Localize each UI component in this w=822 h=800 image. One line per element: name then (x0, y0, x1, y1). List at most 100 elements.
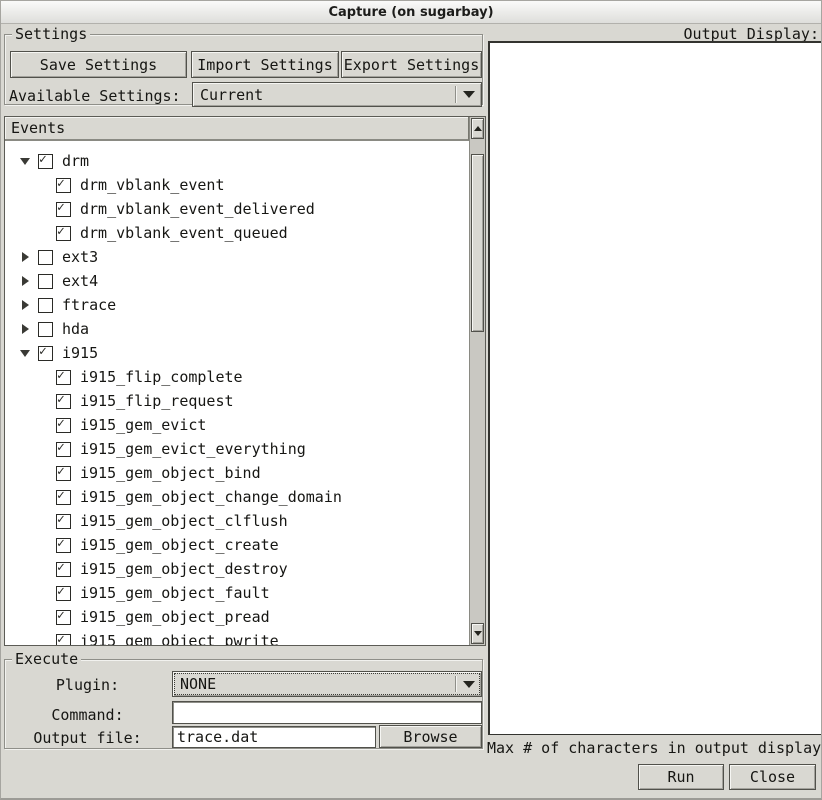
execute-frame: Execute Plugin: NONE Command: Output fil… (4, 659, 483, 749)
checkbox-checked[interactable]: ✓ (56, 466, 71, 481)
tree-row[interactable]: ext3 (5, 245, 469, 269)
run-label: Run (667, 768, 694, 786)
import-settings-button[interactable]: Import Settings (191, 51, 339, 78)
tree-item-label: i915_gem_evict (80, 416, 206, 434)
checkbox-checked[interactable]: ✓ (38, 154, 53, 169)
expander-closed-icon[interactable] (19, 275, 31, 287)
scrollbar-down-button[interactable] (471, 623, 484, 644)
check-icon: ✓ (57, 512, 65, 527)
checkbox-checked[interactable]: ✓ (56, 538, 71, 553)
expander-closed-icon[interactable] (19, 323, 31, 335)
available-settings-label: Available Settings: (9, 87, 181, 105)
expander-open-icon[interactable] (19, 347, 31, 359)
settings-legend: Settings (12, 25, 90, 43)
tree-row[interactable]: ✓i915_flip_request (5, 389, 469, 413)
tree-row[interactable]: ftrace (5, 293, 469, 317)
expander-closed-icon[interactable] (19, 299, 31, 311)
events-panel: Events ✓drm✓drm_vblank_event✓drm_vblank_… (4, 116, 486, 646)
tree-item-label: drm_vblank_event (80, 176, 225, 194)
tree-item-label: i915_gem_evict_everything (80, 440, 306, 458)
tree-row[interactable]: hda (5, 317, 469, 341)
tree-row[interactable]: ✓ i915_gem_evict_everything (5, 437, 469, 461)
export-settings-button[interactable]: Export Settings (341, 51, 482, 78)
tree-item-label: ext4 (62, 272, 98, 290)
checkbox-checked[interactable]: ✓ (56, 370, 71, 385)
tree-row[interactable]: ✓ drm_vblank_event (5, 173, 469, 197)
output-display-area[interactable] (488, 41, 822, 735)
output-file-input[interactable]: trace.dat (172, 726, 376, 748)
tree-row[interactable]: ✓i915_gem_object_fault (5, 581, 469, 605)
checkbox-checked[interactable]: ✓ (56, 586, 71, 601)
tree-row[interactable]: ✓ i915_gem_object_pwrite (5, 629, 469, 645)
tree-row[interactable]: ✓i915 (5, 341, 469, 365)
triangle-glyph (20, 158, 30, 165)
triangle-glyph (22, 324, 29, 334)
plugin-label: Plugin: (5, 676, 170, 694)
tree-item-label: drm_vblank_event_queued (80, 224, 288, 242)
check-icon: ✓ (57, 176, 65, 191)
execute-legend: Execute (12, 650, 81, 668)
tree-item-label: i915_gem_object_create (80, 536, 279, 554)
checkbox-checked[interactable]: ✓ (56, 178, 71, 193)
browse-button[interactable]: Browse (379, 725, 482, 748)
tree-item-label: drm (62, 152, 89, 170)
tree-row[interactable]: ✓ drm_vblank_event_queued (5, 221, 469, 245)
triangle-glyph (22, 300, 29, 310)
tree-row[interactable]: ✓drm_vblank_event_delivered (5, 197, 469, 221)
checkbox-checked[interactable]: ✓ (56, 634, 71, 646)
tree-row[interactable]: ✓i915_gem_object_clflush (5, 509, 469, 533)
plugin-value: NONE (180, 675, 216, 693)
save-settings-button[interactable]: Save Settings (10, 51, 187, 78)
tree-row[interactable]: ✓ i915_gem_object_bind (5, 461, 469, 485)
tree-row[interactable]: ✓ i915_gem_object_change_domain (5, 485, 469, 509)
check-icon: ✓ (57, 224, 65, 239)
check-icon: ✓ (57, 368, 65, 383)
check-icon: ✓ (39, 152, 47, 167)
tree-item-label: i915_gem_object_bind (80, 464, 261, 482)
checkbox-unchecked[interactable] (38, 322, 53, 337)
plugin-dropdown[interactable]: NONE (172, 671, 482, 697)
command-input[interactable] (172, 701, 482, 724)
available-settings-dropdown[interactable]: Current (192, 82, 482, 107)
expander-open-icon[interactable] (19, 155, 31, 167)
checkbox-checked[interactable]: ✓ (56, 562, 71, 577)
events-tree: ✓ drm ✓ drm_vblank_event ✓drm_vblank_event_d… (5, 143, 469, 645)
tree-item-label: i915_gem_object_destroy (80, 560, 288, 578)
tree-item-label: i915_gem_object_pwrite (80, 632, 279, 645)
output-file-value: trace.dat (177, 728, 258, 746)
checkbox-checked[interactable]: ✓ (56, 490, 71, 505)
tree-item-label: ftrace (62, 296, 116, 314)
tree-row[interactable]: ✓ i915_gem_object_create (5, 533, 469, 557)
checkbox-unchecked[interactable] (38, 250, 53, 265)
tree-row[interactable]: ✓i915_flip_complete (5, 365, 469, 389)
tree-row[interactable]: ✓ drm (5, 149, 469, 173)
capture-window: Capture (on sugarbay) Settings Save Sett… (0, 0, 822, 800)
tree-row[interactable]: ✓ i915_gem_object_pread (5, 605, 469, 629)
expander-closed-icon[interactable] (19, 251, 31, 263)
checkbox-unchecked[interactable] (38, 298, 53, 313)
tree-row[interactable]: ✓ i915_gem_object_destroy (5, 557, 469, 581)
browse-label: Browse (403, 728, 457, 746)
scrollbar-thumb[interactable] (471, 154, 484, 332)
scrollbar-up-button[interactable] (471, 118, 484, 139)
close-label: Close (750, 768, 795, 786)
tree-item-label: i915_gem_object_change_domain (80, 488, 342, 506)
checkbox-checked[interactable]: ✓ (56, 610, 71, 625)
tree-row[interactable]: ext4 (5, 269, 469, 293)
command-label: Command: (5, 706, 170, 724)
close-button[interactable]: Close (729, 764, 816, 790)
tree-item-label: i915_gem_object_pread (80, 608, 270, 626)
run-button[interactable]: Run (638, 764, 724, 790)
title-bar[interactable]: Capture (on sugarbay) (1, 1, 821, 24)
tree-row[interactable]: ✓ i915_gem_evict (5, 413, 469, 437)
checkbox-checked[interactable]: ✓ (56, 418, 71, 433)
checkbox-unchecked[interactable] (38, 274, 53, 289)
checkbox-checked[interactable]: ✓ (38, 346, 53, 361)
events-column-header[interactable]: Events (5, 117, 469, 141)
events-header-label: Events (11, 119, 65, 137)
checkbox-checked[interactable]: ✓ (56, 514, 71, 529)
checkbox-checked[interactable]: ✓ (56, 394, 71, 409)
checkbox-checked[interactable]: ✓ (56, 226, 71, 241)
checkbox-checked[interactable]: ✓ (56, 442, 71, 457)
checkbox-checked[interactable]: ✓ (56, 202, 71, 217)
